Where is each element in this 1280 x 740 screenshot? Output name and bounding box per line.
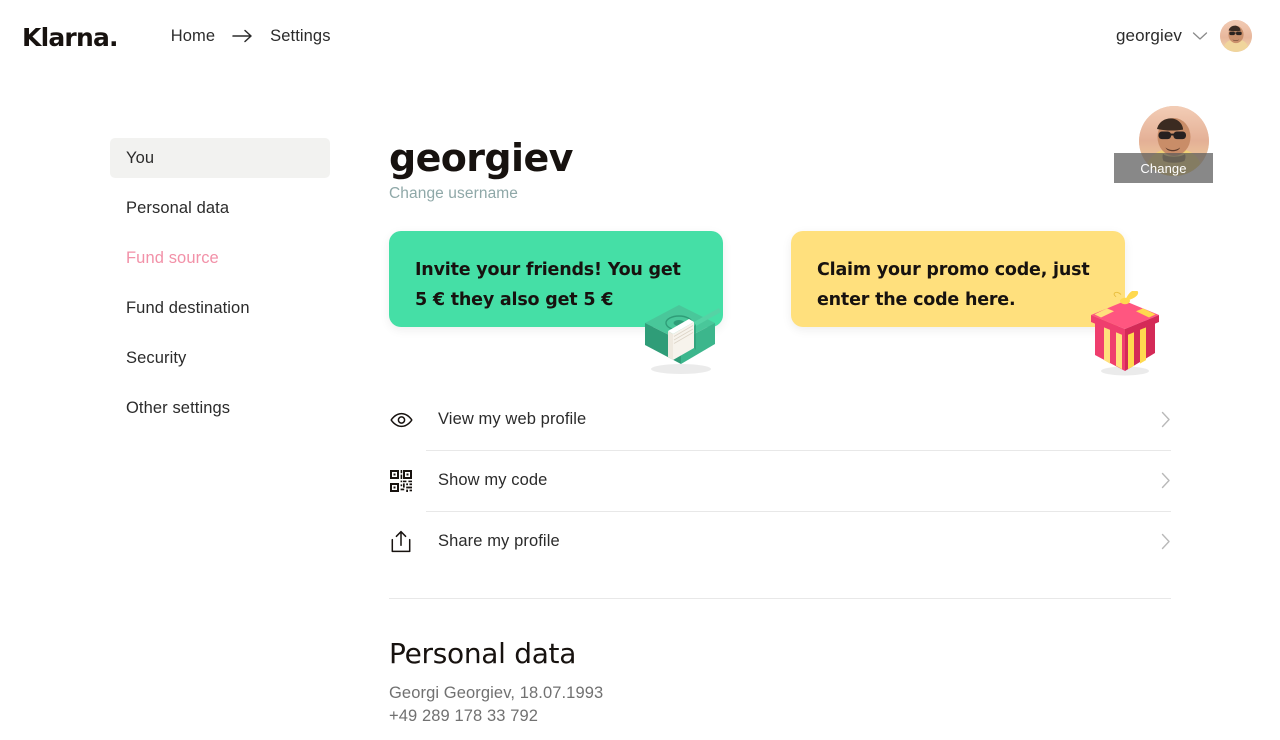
sidebar-item-other-settings[interactable]: Other settings <box>110 388 330 428</box>
sidebar-item-personal-data[interactable]: Personal data <box>110 188 330 228</box>
breadcrumb: Home Settings <box>171 27 331 46</box>
chevron-right-icon[interactable] <box>1161 533 1171 550</box>
section-divider <box>389 598 1171 600</box>
klarna-logo[interactable]: Klarna. <box>22 23 119 50</box>
page-title: georgiev <box>389 136 573 180</box>
action-row-show-my-code[interactable]: Show my code <box>389 450 1171 511</box>
action-row-share-profile[interactable]: Share my profile <box>389 511 1171 572</box>
sidebar-item-label: You <box>126 148 155 167</box>
sidebar-item-fund-source[interactable]: Fund source <box>110 238 330 278</box>
chevron-right-icon[interactable] <box>1161 472 1171 489</box>
personal-data-phone: +49 289 178 33 792 <box>389 707 539 726</box>
settings-main: georgiev Change username Change Invite y… <box>330 106 1280 726</box>
personal-data-section: Personal data Georgi Georgiev, 18.07.199… <box>389 637 1171 726</box>
profile-header: georgiev Change username Change <box>389 106 1213 203</box>
promo-card-invite-friends[interactable]: Invite your friends! You get 5 € they al… <box>389 231 723 375</box>
breadcrumb-settings[interactable]: Settings <box>270 27 330 46</box>
promo-card-promo-code[interactable]: Claim your promo code, just enter the co… <box>791 231 1159 376</box>
sidebar-item-label: Fund source <box>126 248 219 267</box>
chevron-down-icon[interactable] <box>1192 31 1208 41</box>
arrow-right-icon <box>232 29 253 43</box>
section-title: Personal data <box>389 637 577 671</box>
action-label: Share my profile <box>438 532 560 551</box>
eye-icon <box>389 408 413 432</box>
qr-code-icon <box>389 469 413 493</box>
chevron-right-icon[interactable] <box>1161 411 1171 428</box>
promo-card-text: Claim your promo code, just enter the co… <box>817 260 1090 311</box>
breadcrumb-home[interactable]: Home <box>171 27 215 46</box>
sidebar-item-security[interactable]: Security <box>110 338 330 378</box>
avatar[interactable] <box>1220 20 1252 52</box>
change-username-link[interactable]: Change username <box>389 185 518 203</box>
account-menu[interactable]: georgiev <box>1116 20 1258 52</box>
account-name-label: georgiev <box>1115 26 1182 45</box>
app-header: Klarna. Home Settings georgiev <box>0 0 1280 72</box>
page-body: You Personal data Fund source Fund desti… <box>0 72 1280 726</box>
sidebar-item-label: Security <box>126 348 187 367</box>
sidebar-item-label: Fund destination <box>126 298 250 317</box>
sidebar-item-label: Other settings <box>126 398 231 417</box>
action-row-view-web-profile[interactable]: View my web profile <box>389 389 1171 450</box>
sidebar-item-you[interactable]: You <box>110 138 330 178</box>
action-label: View my web profile <box>438 410 587 429</box>
action-label: Show my code <box>438 471 548 490</box>
profile-actions-list: View my web profile Show my code Share m… <box>389 389 1171 572</box>
change-avatar-button[interactable]: Change <box>1114 153 1213 183</box>
promo-cards: Invite your friends! You get 5 € they al… <box>389 231 1171 376</box>
profile-avatar-group[interactable]: Change <box>1114 106 1213 183</box>
promo-card-text: Invite your friends! You get 5 € they al… <box>415 260 681 311</box>
sidebar-item-fund-destination[interactable]: Fund destination <box>110 288 330 328</box>
share-icon <box>389 530 413 554</box>
sidebar-item-label: Personal data <box>126 198 230 217</box>
settings-sidebar: You Personal data Fund source Fund desti… <box>110 138 330 726</box>
personal-data-name-dob: Georgi Georgiev, 18.07.1993 <box>389 684 604 703</box>
